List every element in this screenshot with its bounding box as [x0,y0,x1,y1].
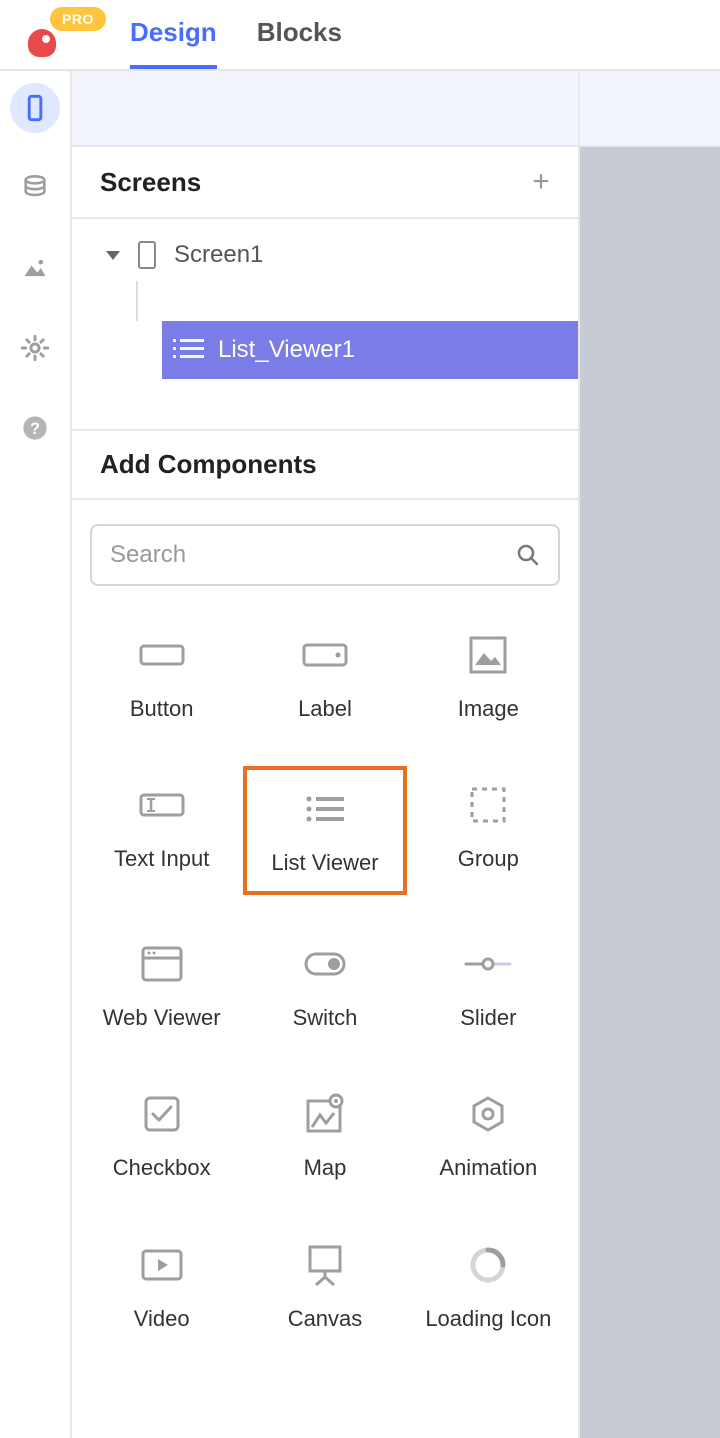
label-icon [302,641,348,669]
loading-icon [468,1245,508,1285]
component-button[interactable]: Button [80,616,243,736]
map-icon [304,1093,346,1135]
thunkable-mascot-icon [28,29,56,57]
component-label: Label [298,696,352,722]
component-listviewer[interactable]: List Viewer [243,766,406,894]
component-label: Button [130,696,194,722]
component-textinput[interactable]: Text Input [80,766,243,894]
component-image[interactable]: Image [407,616,570,736]
component-label: Text Input [114,846,209,872]
component-map[interactable]: Map [243,1075,406,1195]
rail-assets-button[interactable] [10,243,60,293]
component-webviewer[interactable]: Web Viewer [80,925,243,1045]
logo: PRO [10,5,100,65]
screens-title: Screens [100,167,201,198]
image-mountain-icon [21,254,49,282]
group-icon [468,785,508,825]
component-label: Switch [293,1005,358,1031]
component-label: Loading Icon [425,1306,551,1332]
preview-top-strip-right [580,71,720,147]
component-label: Web Viewer [103,1005,221,1031]
component-video[interactable]: Video [80,1226,243,1346]
svg-text:?: ? [30,420,40,438]
component-loadingicon[interactable]: Loading Icon [407,1226,570,1346]
tree-row-listviewer[interactable]: List_Viewer1 [162,321,578,379]
components-grid: Button Label Image Text Input [72,596,578,1346]
gear-icon [21,334,49,362]
component-label: Image [458,696,519,722]
button-icon [139,642,185,668]
screens-tree: Screen1 List_Viewer1 [72,219,578,431]
tab-design[interactable]: Design [130,0,217,69]
database-icon [21,174,49,202]
animation-icon [468,1094,508,1134]
component-label: List Viewer [271,850,378,876]
tree-row-screen[interactable]: Screen1 [72,229,578,281]
header-tabs: Design Blocks [130,0,342,69]
add-screen-button[interactable]: + [526,165,556,199]
tree-screen-label: Screen1 [174,241,263,269]
rail-data-button[interactable] [10,163,60,213]
component-label: Checkbox [113,1155,211,1181]
component-search-input[interactable] [110,541,516,569]
component-slider[interactable]: Slider [407,925,570,1045]
component-checkbox[interactable]: Checkbox [80,1075,243,1195]
web-viewer-icon [140,945,184,983]
image-icon [468,635,508,675]
component-label[interactable]: Label [243,616,406,736]
list-icon [176,339,204,361]
component-label: Map [304,1155,347,1181]
main-area: ? Screens + Screen1 List_Viewer1 [0,71,720,1438]
component-label: Slider [460,1005,516,1031]
addcomponents-header: Add Components [72,431,578,500]
tab-blocks[interactable]: Blocks [257,0,342,69]
addcomponents-title: Add Components [100,449,317,480]
component-search[interactable] [90,524,560,586]
rail-design-button[interactable] [10,83,60,133]
component-group[interactable]: Group [407,766,570,894]
tree-connector [136,281,138,321]
checkbox-icon [143,1095,181,1133]
component-switch[interactable]: Switch [243,925,406,1045]
screens-header: Screens + [72,147,578,219]
rail-help-button[interactable]: ? [10,403,60,453]
component-label: Video [134,1306,190,1332]
component-canvas[interactable]: Canvas [243,1226,406,1346]
preview-top-strip [72,71,578,147]
tree-child-label: List_Viewer1 [218,336,355,364]
left-panel: Screens + Screen1 List_Viewer1 Add Compo… [72,71,580,1438]
list-viewer-icon [304,793,346,825]
rail-settings-button[interactable] [10,323,60,373]
component-label: Animation [439,1155,537,1181]
component-label: Group [458,846,519,872]
text-input-icon [139,790,185,820]
canvas-icon [304,1243,346,1287]
switch-icon [303,951,347,977]
component-label: Canvas [288,1306,363,1332]
slider-icon [463,954,513,974]
video-icon [140,1248,184,1282]
help-icon: ? [21,414,49,442]
phone-icon [21,94,49,122]
pro-badge: PRO [50,7,106,31]
search-icon [516,543,540,567]
left-icon-rail: ? [0,71,72,1438]
screen-icon [138,241,156,269]
caret-down-icon [106,251,120,260]
component-animation[interactable]: Animation [407,1075,570,1195]
preview-area [580,71,720,1438]
top-bar: PRO Design Blocks [0,0,720,71]
component-search-wrap [72,500,578,596]
